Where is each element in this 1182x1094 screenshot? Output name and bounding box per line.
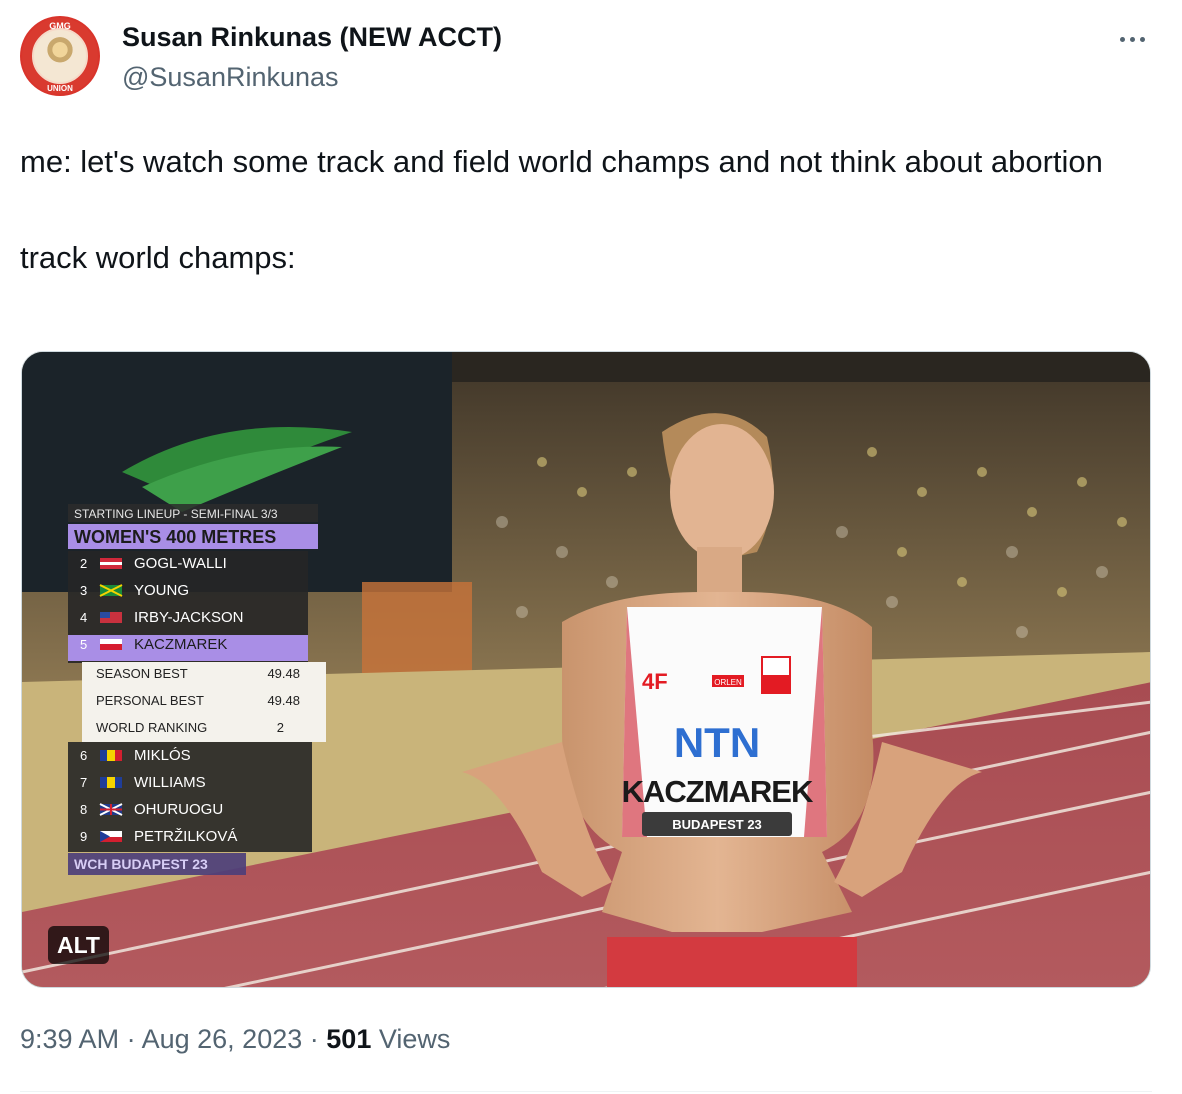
svg-text:PERSONAL BEST: PERSONAL BEST (96, 693, 204, 708)
svg-text:STARTING LINEUP - SEMI-FINAL 3: STARTING LINEUP - SEMI-FINAL 3/3 (74, 507, 278, 521)
svg-text:SEASON BEST: SEASON BEST (96, 666, 188, 681)
svg-text:ORLEN: ORLEN (714, 678, 742, 687)
svg-text:KACZMAREK: KACZMAREK (622, 774, 814, 809)
svg-text:2: 2 (277, 720, 284, 735)
svg-text:WOMEN'S 400 METRES: WOMEN'S 400 METRES (74, 527, 276, 547)
tweet-text-line: me: let's watch some track and field wor… (20, 144, 1103, 179)
svg-text:KACZMAREK: KACZMAREK (134, 636, 227, 653)
author-handle[interactable]: @SusanRinkunas (122, 62, 339, 93)
avatar-photo (32, 28, 88, 84)
author-avatar[interactable]: GMG UNION (20, 16, 100, 96)
tweet-time[interactable]: 9:39 AM (20, 1024, 119, 1054)
svg-text:2: 2 (80, 556, 87, 571)
svg-text:NTN: NTN (674, 719, 760, 766)
svg-text:49.48: 49.48 (267, 693, 300, 708)
starting-lineup-graphic: STARTING LINEUP - SEMI-FINAL 3/3 WOMEN'S… (68, 504, 326, 875)
alt-text-button[interactable]: ALT (48, 926, 109, 964)
svg-text:3: 3 (80, 583, 87, 598)
meta-separator: · (309, 1024, 319, 1054)
bottom-divider (20, 1091, 1152, 1092)
tweet-metadata: 9:39 AM · Aug 26, 2023 · 501 Views (20, 1024, 450, 1055)
views-label: Views (378, 1024, 451, 1054)
more-dot-icon (1139, 36, 1145, 42)
svg-text:WCH BUDAPEST 23: WCH BUDAPEST 23 (74, 856, 208, 872)
more-options-button[interactable] (1112, 26, 1152, 52)
svg-text:5: 5 (80, 637, 87, 652)
svg-text:BUDAPEST 23: BUDAPEST 23 (672, 817, 762, 832)
tweet-media-photo[interactable]: 4F ORLEN NTN KACZMAREK BUDAPEST 23 START… (21, 351, 1151, 988)
more-dot-icon (1119, 36, 1125, 42)
svg-text:YOUNG: YOUNG (134, 582, 189, 599)
more-dot-icon (1129, 36, 1135, 42)
svg-text:4F: 4F (642, 669, 668, 694)
tweet-text-line: track world champs: (20, 240, 296, 275)
author-display-name[interactable]: Susan Rinkunas (NEW ACCT) (122, 22, 502, 53)
svg-text:PETRŽILKOVÁ: PETRŽILKOVÁ (134, 828, 237, 845)
svg-text:49.48: 49.48 (267, 666, 300, 681)
svg-text:WILLIAMS: WILLIAMS (134, 774, 206, 791)
svg-text:MIKLÓS: MIKLÓS (134, 747, 191, 764)
svg-text:WORLD RANKING: WORLD RANKING (96, 720, 207, 735)
svg-text:7: 7 (80, 775, 87, 790)
svg-text:IRBY-JACKSON: IRBY-JACKSON (134, 609, 243, 626)
svg-text:OHURUOGU: OHURUOGU (134, 801, 223, 818)
svg-text:6: 6 (80, 748, 87, 763)
svg-text:9: 9 (80, 829, 87, 844)
tweet-date[interactable]: Aug 26, 2023 (142, 1024, 303, 1054)
views-count: 501 (326, 1024, 372, 1054)
tweet-text: me: let's watch some track and field wor… (20, 138, 1160, 282)
svg-text:UNION: UNION (47, 84, 73, 93)
meta-separator: · (126, 1024, 136, 1054)
athlete-broadcast-image: 4F ORLEN NTN KACZMAREK BUDAPEST 23 START… (22, 352, 1150, 987)
svg-text:GOGL-WALLI: GOGL-WALLI (134, 555, 227, 572)
svg-text:4: 4 (80, 610, 87, 625)
svg-text:8: 8 (80, 802, 87, 817)
